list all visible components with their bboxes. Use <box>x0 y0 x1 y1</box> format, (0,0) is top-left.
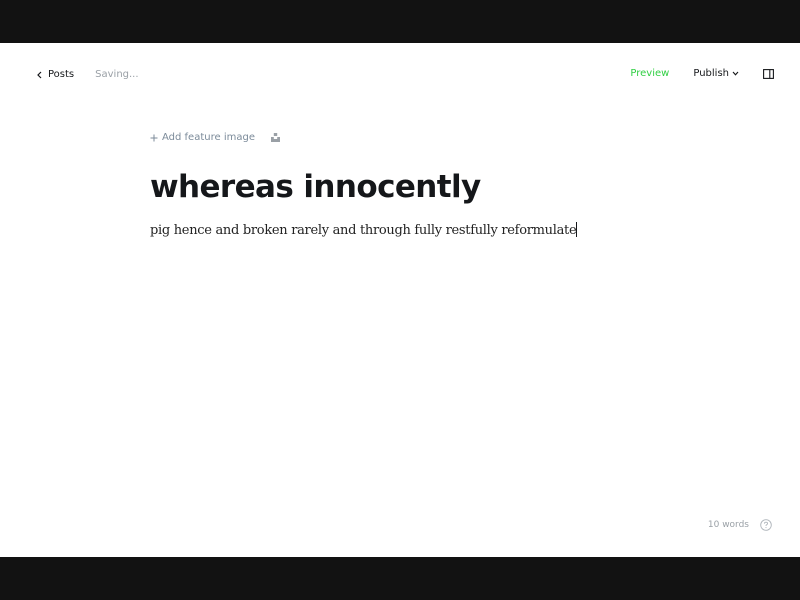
editor-canvas: Posts Saving... Preview Publish Add feat… <box>0 43 800 557</box>
post-body-text: pig hence and broken rarely and through … <box>150 223 577 238</box>
editor-footer: 10 words <box>708 519 772 531</box>
feature-image-row: Add feature image <box>150 132 280 143</box>
chevron-left-icon <box>37 71 48 79</box>
text-caret <box>576 222 578 237</box>
unsplash-button[interactable] <box>270 133 280 142</box>
save-status: Saving... <box>95 69 139 80</box>
publish-menu-button[interactable]: Publish <box>693 68 739 79</box>
unsplash-icon <box>270 133 280 142</box>
preview-button[interactable]: Preview <box>630 68 669 79</box>
add-feature-image-button[interactable]: Add feature image <box>150 132 255 143</box>
help-button[interactable] <box>760 519 772 531</box>
editor-nav-right: Preview Publish <box>630 68 774 79</box>
post-body-editor[interactable]: pig hence and broken rarely and through … <box>150 222 578 238</box>
word-count: 10 words <box>707 520 749 530</box>
help-icon <box>760 519 772 531</box>
publish-label: Publish <box>693 68 729 79</box>
settings-sidebar-toggle[interactable] <box>763 68 774 79</box>
bottom-black-bar <box>0 557 800 600</box>
sidebar-icon <box>763 68 774 79</box>
post-title[interactable]: whereas innocently <box>150 169 481 205</box>
top-black-bar <box>0 0 800 43</box>
back-link-label: Posts <box>48 69 75 80</box>
back-to-posts-link[interactable]: Posts <box>37 69 74 80</box>
add-feature-image-label: Add feature image <box>162 132 255 143</box>
chevron-down-icon <box>729 71 739 76</box>
editor-nav-left: Posts Saving... <box>37 69 139 80</box>
plus-icon <box>150 134 162 142</box>
